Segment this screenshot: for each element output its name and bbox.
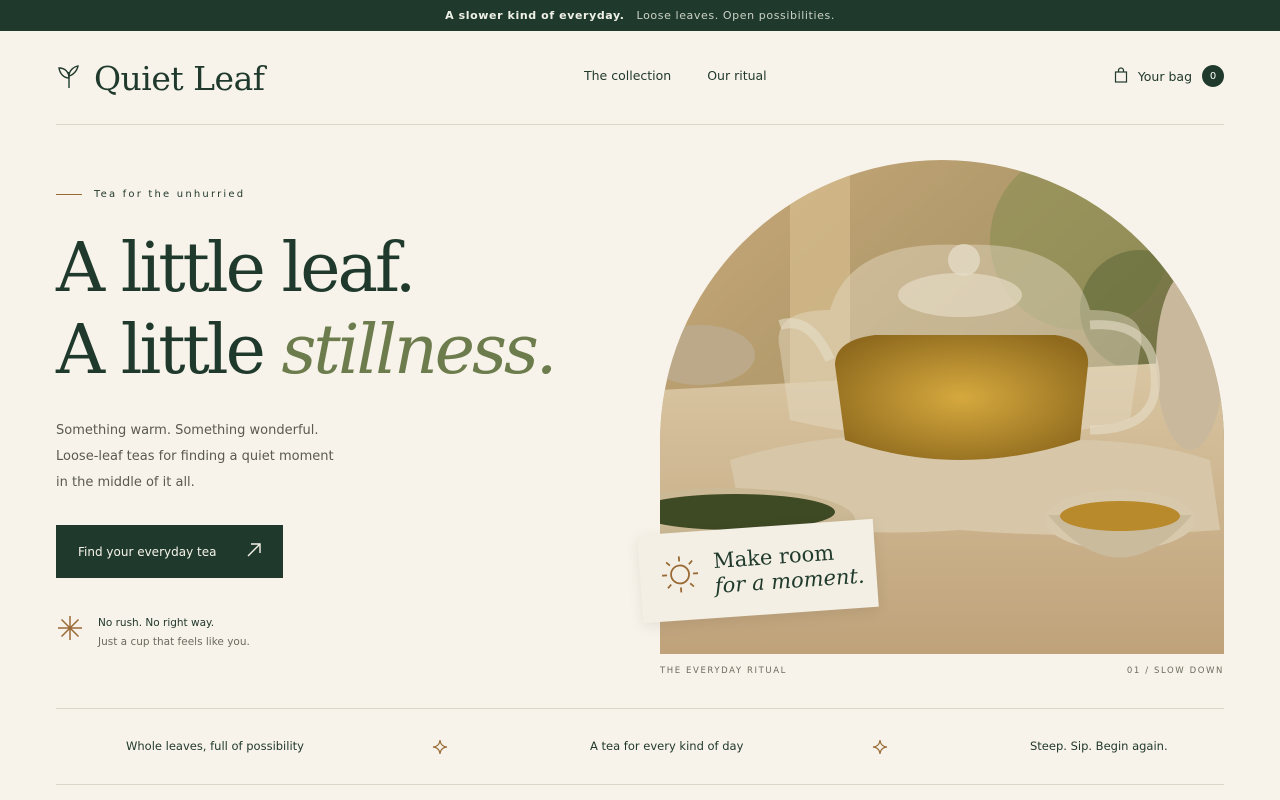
sun-icon (659, 553, 702, 600)
find-tea-button[interactable]: Find your everyday tea (56, 525, 283, 578)
leaf-icon (56, 64, 82, 94)
bag-count-badge: 0 (1202, 65, 1224, 87)
hero-body-line-1: Something warm. Something wonderful. (56, 423, 319, 438)
image-badge: Make room for a moment. (637, 518, 879, 624)
sparkle-icon (872, 739, 888, 758)
announcement-strong: A slower kind of everyday. (445, 9, 625, 22)
headline-line-2: A little stillness. (56, 310, 557, 392)
hero-headline: A little leaf. A little stillness. (56, 228, 557, 392)
announcement-bar: A slower kind of everyday. Loose leaves.… (0, 0, 1280, 31)
arrow-up-right-icon (245, 541, 263, 562)
headline-line-1: A little leaf. (56, 229, 416, 308)
asterisk-icon (56, 614, 84, 646)
note-title: No rush. No right way. (98, 617, 215, 629)
strip-item-3: Steep. Sip. Begin again. (1030, 739, 1168, 753)
brand-logo[interactable]: Quiet Leaf (56, 59, 265, 98)
hero-body-line-2: Loose-leaf teas for finding a quiet mome… (56, 449, 334, 464)
badge-text: Make room for a moment. (712, 539, 865, 599)
site-header: Quiet Leaf The collection Our ritual You… (56, 31, 1224, 125)
bag-icon (1114, 66, 1128, 86)
announcement-soft: Loose leaves. Open possibilities. (636, 9, 835, 22)
brand-name: Quiet Leaf (94, 59, 265, 98)
eyebrow-text: Tea for the unhurried (94, 189, 246, 200)
bag-label: Your bag (1137, 68, 1192, 84)
nav-item-collection[interactable]: The collection (584, 68, 671, 83)
nav-item-ritual[interactable]: Our ritual (707, 68, 766, 83)
hero-note: No rush. No right way. Just a cup that f… (56, 614, 250, 652)
sparkle-icon (432, 739, 448, 758)
headline-line-2-prefix: A little (56, 311, 282, 390)
note-text: No rush. No right way. Just a cup that f… (98, 614, 250, 652)
values-strip: Whole leaves, full of possibility A tea … (56, 708, 1224, 785)
cta-label: Find your everyday tea (78, 544, 217, 559)
hero-body-line-3: in the middle of it all. (56, 475, 195, 490)
note-subtitle: Just a cup that feels like you. (98, 636, 250, 648)
main-nav: The collection Our ritual (584, 68, 767, 83)
image-caption-left: THE EVERYDAY RITUAL (660, 666, 787, 676)
image-caption-right: 01 / SLOW DOWN (1126, 666, 1224, 676)
headline-emphasis: stillness. (281, 311, 557, 390)
strip-item-1: Whole leaves, full of possibility (126, 739, 304, 753)
strip-item-2: A tea for every kind of day (590, 739, 744, 753)
hero-body: Something warm. Something wonderful. Loo… (56, 418, 356, 496)
hero-eyebrow: Tea for the unhurried (56, 189, 245, 200)
eyebrow-rule (56, 194, 82, 195)
bag-button[interactable]: Your bag 0 (1114, 65, 1224, 87)
